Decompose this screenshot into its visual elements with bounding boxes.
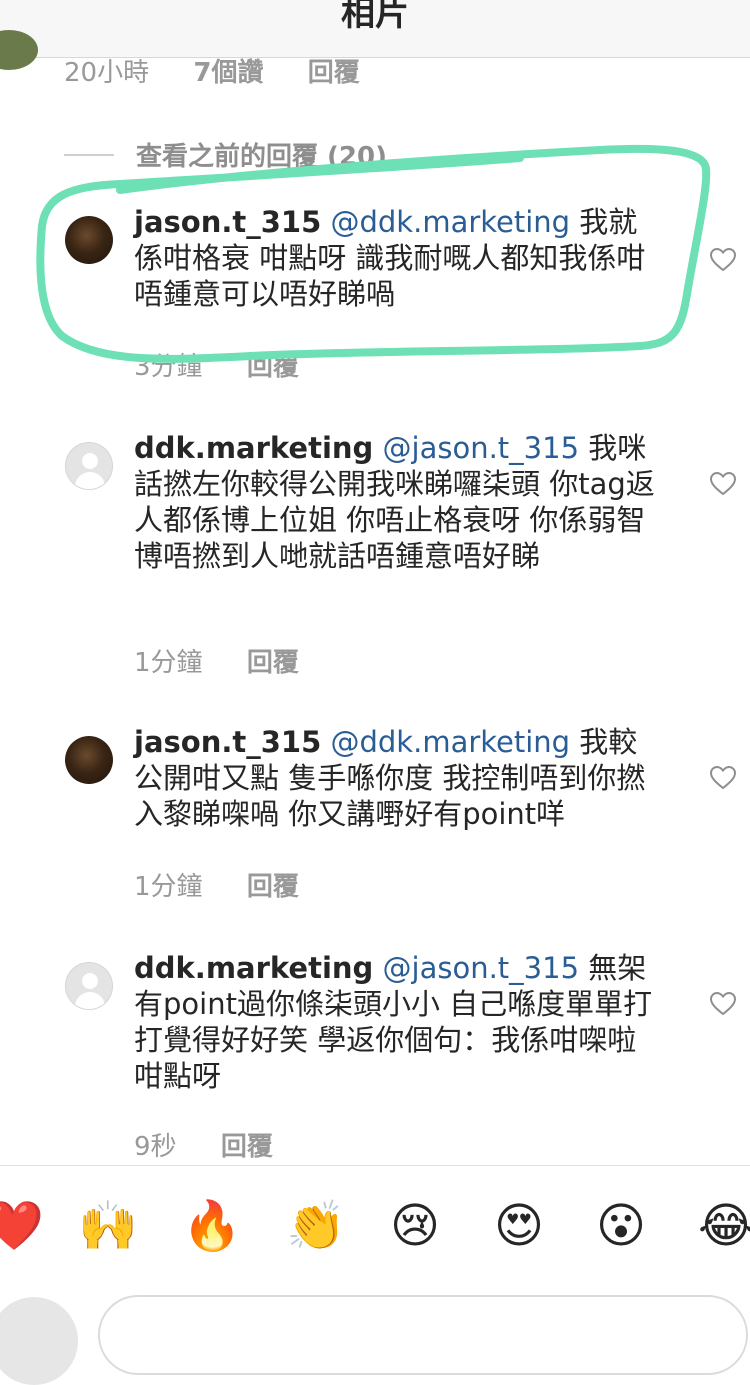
comment-time: 1分鐘 (134, 872, 203, 902)
comment-text: jason.t_315 @ddk.marketing 我就係咁格衰 咁點呀 識我… (134, 204, 664, 312)
reply-button[interactable]: 回覆 (247, 872, 299, 902)
view-previous-replies-button[interactable]: 查看之前的回覆 (20) (64, 136, 387, 173)
comment-username[interactable]: ddk.marketing (134, 951, 373, 985)
reply-button[interactable]: 回覆 (247, 352, 299, 382)
comment-username[interactable]: ddk.marketing (134, 431, 373, 465)
comment-text: ddk.marketing @jason.t_315 我咪話撚左你較得公開我咪睇… (134, 430, 664, 574)
comment-time: 9秒 (134, 1132, 177, 1162)
heart-outline-icon[interactable] (710, 472, 736, 496)
view-previous-replies-label: 查看之前的回覆 (20) (136, 142, 387, 172)
clapping-hands-emoji-icon[interactable]: 👏 (286, 1198, 346, 1254)
comment-input-area (0, 1285, 750, 1385)
comment-username[interactable]: jason.t_315 (134, 725, 321, 759)
comment-meta: 9秒 回覆 (134, 1126, 309, 1163)
reply-button[interactable]: 回覆 (308, 58, 360, 88)
default-avatar[interactable] (65, 442, 113, 490)
reply-button[interactable]: 回覆 (221, 1132, 273, 1162)
heart-outline-icon[interactable] (710, 766, 736, 790)
current-user-avatar (0, 1297, 78, 1385)
parent-comment-meta: 20小時 7個讚 回覆 (64, 52, 396, 89)
avatar-head (82, 973, 98, 989)
avatar-body (75, 472, 105, 489)
avatar[interactable] (65, 736, 113, 784)
default-avatar[interactable] (65, 962, 113, 1010)
comment-text: jason.t_315 @ddk.marketing 我較公開咁又點 隻手喺你度… (134, 724, 664, 832)
reply-button[interactable]: 回覆 (247, 648, 299, 678)
comment-mention[interactable]: @jason.t_315 (383, 431, 580, 465)
comment-text: ddk.marketing @jason.t_315 無架有point過你條柒頭… (134, 950, 664, 1094)
comment-time: 3分鐘 (134, 352, 203, 382)
avatar-body (75, 992, 105, 1009)
heart-eyes-emoji-icon[interactable]: 😍 (494, 1198, 544, 1254)
tears-of-joy-emoji-icon[interactable]: 😂 (698, 1198, 750, 1254)
comment-meta: 3分鐘 回覆 (134, 346, 335, 383)
top-navigation-bar: 相片 (0, 0, 750, 58)
heart-emoji-icon[interactable]: ❤️ (0, 1198, 44, 1254)
comment-meta: 1分鐘 回覆 (134, 866, 335, 903)
raising-hands-emoji-icon[interactable]: 🙌 (78, 1198, 138, 1254)
like-count[interactable]: 7個讚 (193, 58, 263, 88)
fire-emoji-icon[interactable]: 🔥 (182, 1198, 242, 1254)
comment-mention[interactable]: @jason.t_315 (383, 951, 580, 985)
comment-mention[interactable]: @ddk.marketing (330, 205, 570, 239)
page-title: 相片 (341, 0, 409, 34)
emoji-quick-bar: ❤️ 🙌 🔥 👏 😢 😍 😮 😂 (0, 1165, 750, 1286)
avatar[interactable] (65, 216, 113, 264)
comment-time: 20小時 (64, 58, 150, 88)
crying-face-emoji-icon[interactable]: 😢 (390, 1198, 440, 1254)
surprised-face-emoji-icon[interactable]: 😮 (596, 1198, 646, 1254)
comment-input[interactable] (98, 1295, 748, 1375)
divider-line (64, 153, 114, 156)
comment-mention[interactable]: @ddk.marketing (330, 725, 570, 759)
heart-outline-icon[interactable] (710, 248, 736, 272)
comment-username[interactable]: jason.t_315 (134, 205, 321, 239)
comment-meta: 1分鐘 回覆 (134, 642, 335, 679)
heart-outline-icon[interactable] (710, 992, 736, 1016)
avatar-head (82, 453, 98, 469)
highlight-annotation (36, 144, 711, 363)
comment-time: 1分鐘 (134, 648, 203, 678)
